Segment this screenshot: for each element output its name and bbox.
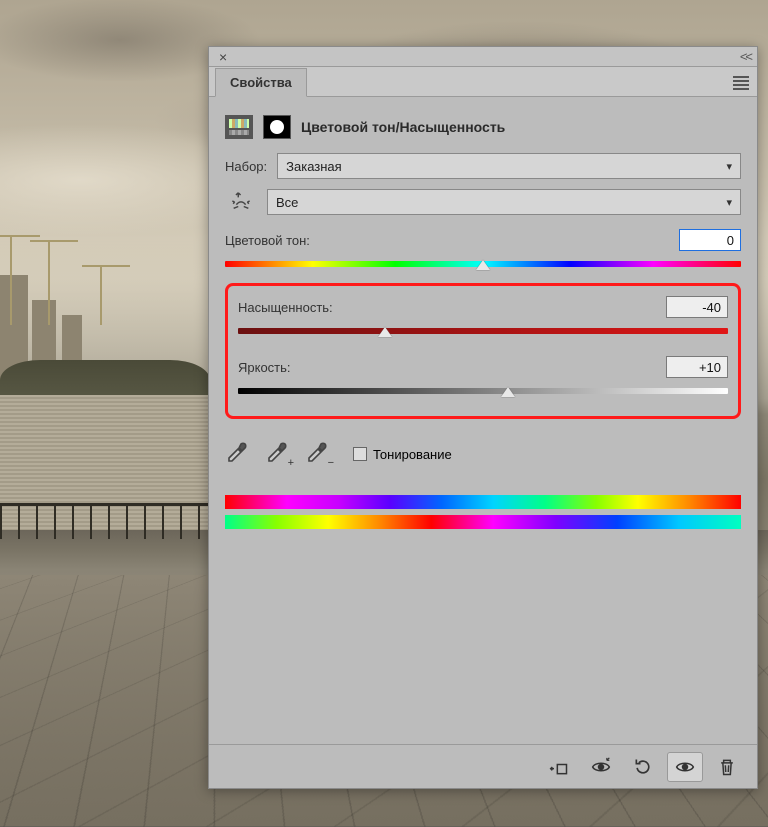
- lightness-thumb[interactable]: [501, 387, 515, 399]
- range-value: Все: [276, 195, 298, 210]
- visibility-icon[interactable]: [667, 752, 703, 782]
- saturation-slider-block: Насыщенность:: [238, 296, 728, 342]
- railing: [0, 495, 210, 545]
- tab-properties[interactable]: Свойства: [215, 68, 307, 97]
- preset-row: Набор: Заказная ▾: [225, 153, 741, 179]
- eyedropper-icon[interactable]: [225, 441, 251, 467]
- highlight-annotation: Насыщенность: Яркость:: [225, 283, 741, 419]
- color-range-select[interactable]: Все ▾: [267, 189, 741, 215]
- spectrum-bars: [225, 495, 741, 529]
- saturation-thumb[interactable]: [378, 327, 392, 339]
- hue-thumb[interactable]: [476, 260, 490, 272]
- eyedropper-row: + − Тонирование: [225, 441, 741, 467]
- panel-footer: [209, 744, 757, 788]
- range-row: Все ▾: [225, 189, 741, 215]
- panel-tabbar: Свойства: [209, 67, 757, 97]
- clip-to-layer-icon[interactable]: [541, 752, 577, 782]
- trees: [0, 360, 210, 400]
- preset-select[interactable]: Заказная ▾: [277, 153, 741, 179]
- targeted-adjust-icon[interactable]: [225, 190, 257, 214]
- layer-mask-icon[interactable]: [263, 115, 291, 139]
- hue-slider[interactable]: [225, 257, 741, 275]
- lightness-label: Яркость:: [238, 360, 291, 375]
- colorize-checkbox[interactable]: Тонирование: [353, 447, 452, 462]
- saturation-input[interactable]: [666, 296, 728, 318]
- preset-value: Заказная: [286, 159, 342, 174]
- trash-icon[interactable]: [709, 752, 745, 782]
- output-spectrum-bar: [225, 515, 741, 529]
- adjustment-header: Цветовой тон/Насыщенность: [209, 97, 757, 153]
- preset-label: Набор:: [225, 159, 267, 174]
- collapse-icon[interactable]: <<: [740, 49, 751, 64]
- input-spectrum-bar: [225, 495, 741, 509]
- lightness-slider-block: Яркость:: [238, 356, 728, 402]
- lightness-input[interactable]: [666, 356, 728, 378]
- panel-titlebar: × <<: [209, 47, 757, 67]
- panel-body: Набор: Заказная ▾ Все ▾: [209, 153, 757, 744]
- view-previous-icon[interactable]: [583, 752, 619, 782]
- eyedropper-add-icon[interactable]: +: [265, 441, 291, 467]
- panel-menu-icon[interactable]: [733, 74, 749, 92]
- chevron-down-icon: ▾: [726, 196, 732, 209]
- tab-label: Свойства: [230, 75, 292, 90]
- saturation-slider[interactable]: [238, 324, 728, 342]
- close-icon[interactable]: ×: [215, 49, 231, 65]
- reset-icon[interactable]: [625, 752, 661, 782]
- lightness-slider[interactable]: [238, 384, 728, 402]
- hue-sat-icon: [225, 115, 253, 139]
- saturation-label: Насыщенность:: [238, 300, 333, 315]
- adjustment-title: Цветовой тон/Насыщенность: [301, 119, 505, 135]
- eyedropper-subtract-icon[interactable]: −: [305, 441, 331, 467]
- hue-slider-block: Цветовой тон:: [225, 229, 741, 275]
- properties-panel: × << Свойства Цветовой тон/Насыщенность …: [208, 46, 758, 789]
- checkbox-icon: [353, 447, 367, 461]
- chevron-down-icon: ▾: [726, 160, 732, 173]
- hue-label: Цветовой тон:: [225, 233, 310, 248]
- colorize-label: Тонирование: [373, 447, 452, 462]
- hue-input[interactable]: [679, 229, 741, 251]
